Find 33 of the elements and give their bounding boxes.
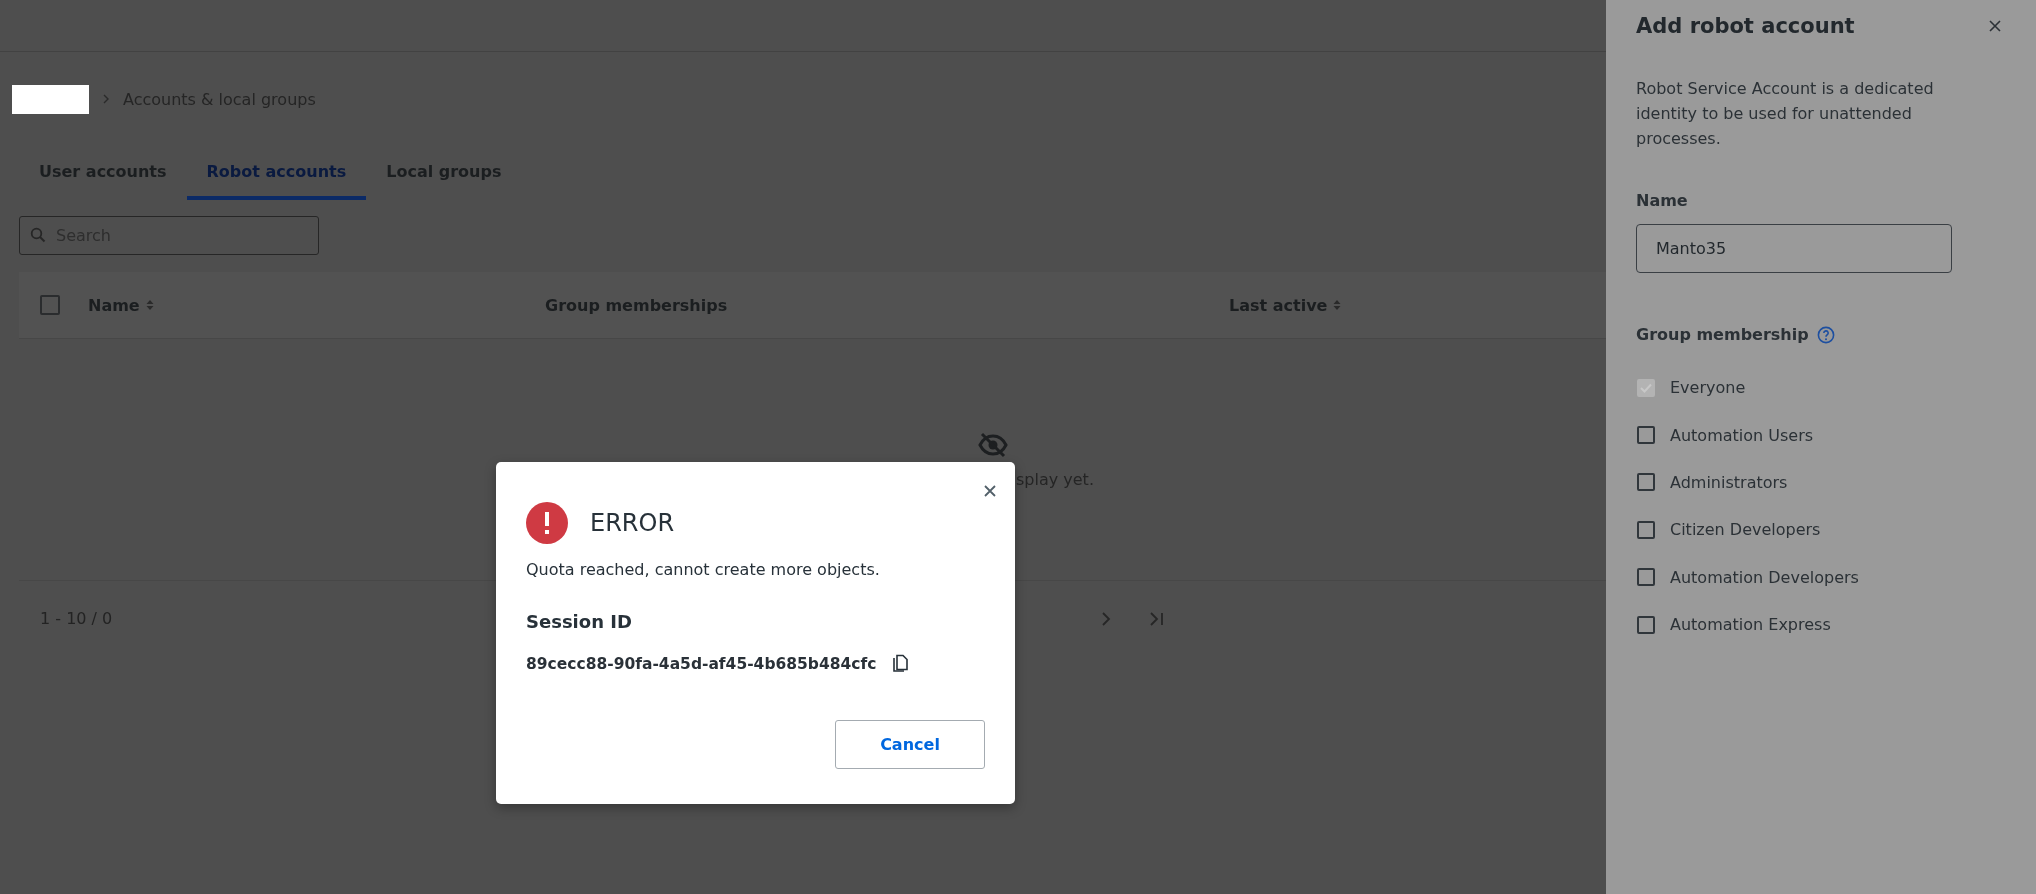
- checkbox[interactable]: [40, 295, 60, 315]
- panel-title: Add robot account: [1636, 14, 1855, 38]
- column-header[interactable]: Name: [88, 295, 140, 315]
- checkbox-label: Citizen Developers: [1670, 520, 1821, 540]
- cancel-button[interactable]: Cancel: [835, 720, 985, 769]
- column-header[interactable]: Last active: [1229, 295, 1328, 315]
- checkbox[interactable]: [1637, 426, 1655, 445]
- eye-slash-icon: [978, 432, 1008, 458]
- field-label: Name: [1636, 191, 1689, 210]
- name-input-field[interactable]: Manto35: [1636, 224, 1952, 273]
- close-icon: [1988, 19, 2002, 33]
- error-message: Quota reached, cannot create more objects.: [526, 560, 881, 579]
- panel-description: Robot Service Account is a dedicated identity to be used for unattended processes.: [1636, 78, 1935, 150]
- help-icon[interactable]: [1816, 325, 1835, 344]
- dialog-title: ERROR: [590, 509, 675, 537]
- checkbox-label: Everyone: [1670, 378, 1746, 398]
- checkbox-label: Automation Express: [1670, 615, 1831, 635]
- checkbox[interactable]: [1637, 473, 1655, 492]
- checkbox-label: Automation Users: [1670, 425, 1814, 445]
- error-icon: [526, 502, 568, 544]
- checkbox[interactable]: [1637, 615, 1655, 634]
- search-icon: [30, 227, 46, 243]
- chevron-icon: [101, 94, 111, 104]
- tab[interactable]: Robot accounts: [186, 147, 367, 200]
- copy-icon[interactable]: [890, 654, 911, 674]
- session-label: Session ID: [526, 611, 633, 632]
- close-icon: [983, 484, 997, 498]
- session-id: 89cecc88-90fa-4a5d-af45-4b685b484cfc: [526, 655, 877, 673]
- checkbox[interactable]: [1637, 568, 1655, 587]
- checkbox[interactable]: [1637, 520, 1655, 539]
- checkbox-label: Administrators: [1670, 472, 1788, 492]
- field-label: Group membership: [1636, 325, 1809, 344]
- checkbox-label: Automation Developers: [1670, 567, 1859, 587]
